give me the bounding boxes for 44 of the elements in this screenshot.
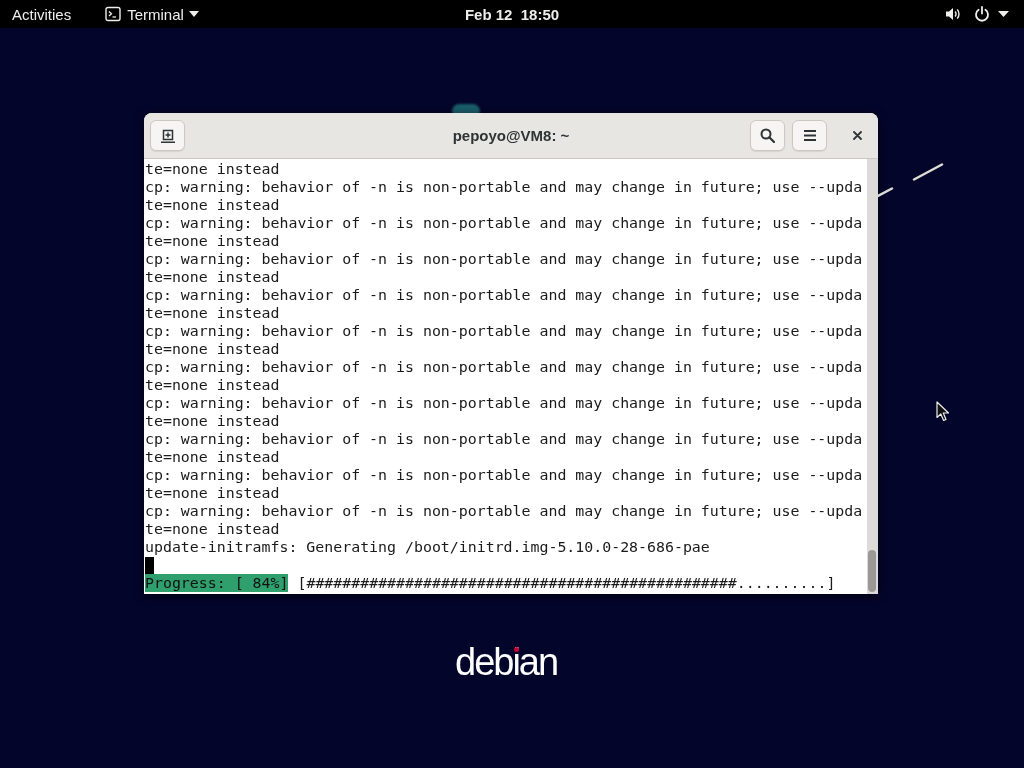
new-tab-icon (159, 127, 176, 144)
terminal-line: te=none instead (145, 520, 281, 538)
terminal-icon (105, 6, 122, 22)
app-menu[interactable]: Terminal (105, 6, 199, 22)
terminal-line: cp: warning: behavior of -n is non-portable and may change in future; use --upda (145, 394, 864, 412)
terminal-line: te=none instead (145, 232, 281, 250)
new-tab-button[interactable] (150, 120, 185, 151)
terminal-line: cp: warning: behavior of -n is non-portable and may change in future; use --upda (145, 358, 864, 376)
terminal-line: te=none instead (145, 196, 281, 214)
terminal-line: update-initramfs: Generating /boot/initrd.img-5.10.0-28-686-pae (145, 538, 711, 556)
search-icon (760, 128, 775, 143)
mouse-pointer-icon (936, 401, 950, 422)
progress-label: Progress: [ 84%] (145, 574, 289, 592)
caret-icon (188, 11, 199, 17)
menu-button[interactable] (792, 120, 827, 151)
progress-bar-text: [################################################..........] (297, 574, 836, 592)
terminal-line: te=none instead (145, 448, 281, 466)
terminal-line: te=none instead (145, 376, 281, 394)
volume-icon[interactable] (945, 6, 961, 22)
scrollbar-thumb[interactable] (868, 550, 876, 592)
debian-logo: debian (455, 643, 558, 681)
terminal-line: cp: warning: behavior of -n is non-portable and may change in future; use --upda (145, 214, 864, 232)
terminal-line: cp: warning: behavior of -n is non-portable and may change in future; use --upda (145, 286, 864, 304)
terminal-line: cp: warning: behavior of -n is non-portable and may change in future; use --upda (145, 430, 864, 448)
activities-button[interactable]: Activities (12, 6, 72, 22)
terminal-line: te=none instead (145, 160, 281, 178)
terminal-line: cp: warning: behavior of -n is non-portable and may change in future; use --upda (145, 502, 864, 520)
close-icon (852, 131, 862, 140)
search-button[interactable] (750, 120, 785, 151)
terminal-line: cp: warning: behavior of -n is non-portable and may change in future; use --upda (145, 322, 864, 340)
terminal-line: cp: warning: behavior of -n is non-portable and may change in future; use --upda (145, 250, 864, 268)
power-icon[interactable] (974, 6, 990, 22)
caret-icon[interactable] (998, 11, 1009, 17)
terminal-line: te=none instead (145, 304, 281, 322)
window-title: pepoyo@VM8: ~ (452, 128, 570, 143)
terminal-line: cp: warning: behavior of -n is non-portable and may change in future; use --upda (145, 178, 864, 196)
clock[interactable]: Feb 12 18:50 (464, 6, 560, 22)
terminal-line: te=none instead (145, 340, 281, 358)
terminal-line: te=none instead (145, 268, 281, 286)
terminal-cursor-icon (145, 556, 154, 574)
terminal-line: cp: warning: behavior of -n is non-portable and may change in future; use --upda (145, 466, 864, 484)
terminal-line: te=none instead (145, 412, 281, 430)
terminal-line: te=none instead (145, 484, 281, 502)
menu-icon (803, 130, 816, 141)
